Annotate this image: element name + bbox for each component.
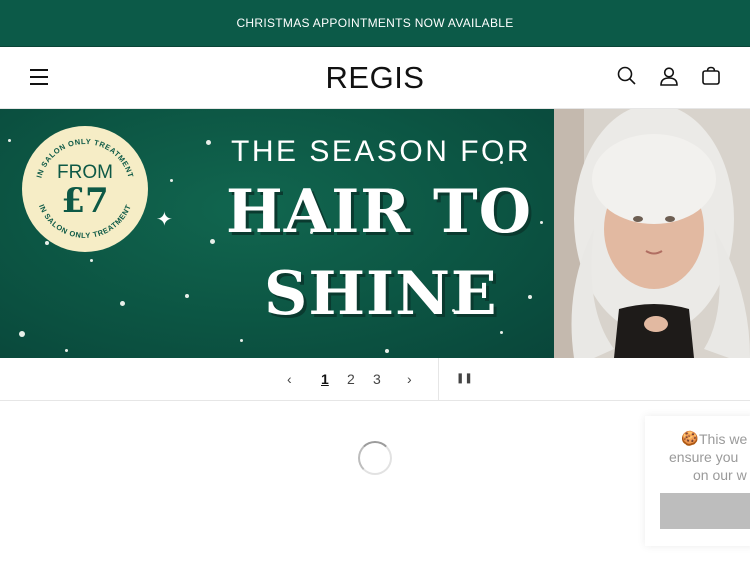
price-badge: IN SALON ONLY TREATMENT IN SALON ONLY TR…	[22, 126, 148, 252]
cookie-text-line2: ensure you	[669, 449, 739, 465]
cookie-text-line1: This we	[699, 431, 748, 447]
snow-dot	[210, 239, 215, 244]
hero-photo	[554, 109, 750, 358]
announcement-bar: CHRISTMAS APPOINTMENTS NOW AVAILABLE	[0, 0, 750, 47]
hero-headline-line2: SHINE	[264, 259, 498, 329]
hero-subheadline: THE SEASON FOR	[231, 135, 532, 168]
sparkle-icon: ✦	[156, 209, 173, 231]
cart-icon[interactable]	[700, 65, 722, 87]
slide-next-button[interactable]: ›	[407, 371, 412, 387]
loading-spinner-icon	[358, 441, 392, 475]
slide-page-3[interactable]: 3	[373, 371, 381, 387]
cookie-text-line3: on our w	[693, 467, 747, 483]
snow-dot	[385, 349, 389, 353]
cookie-banner: 🍪 This we ensure you on our w	[645, 416, 750, 546]
hero-headline-line1: HAIR TO	[226, 177, 532, 247]
header-icons	[616, 65, 722, 87]
svg-text:IN SALON ONLY TREATMENT: IN SALON ONLY TREATMENT	[34, 137, 135, 179]
cookie-accept-button[interactable]	[660, 493, 750, 529]
pause-icon[interactable]: ❚❚	[456, 373, 473, 384]
controls-divider	[438, 358, 439, 401]
slider-controls: ‹ 1 2 3 › ❚❚	[0, 358, 750, 401]
search-icon[interactable]	[616, 65, 638, 87]
snow-dot	[65, 349, 68, 352]
logo[interactable]: REGIS	[326, 60, 425, 96]
snow-dot	[500, 331, 503, 334]
announcement-text: CHRISTMAS APPOINTMENTS NOW AVAILABLE	[236, 16, 514, 30]
snow-dot	[8, 139, 11, 142]
site-header: REGIS	[0, 47, 750, 109]
badge-ring-text: IN SALON ONLY TREATMENT IN SALON ONLY TR…	[34, 137, 135, 240]
slide-prev-button[interactable]: ‹	[287, 371, 292, 387]
menu-icon[interactable]	[30, 69, 48, 85]
cookie-icon: 🍪	[681, 430, 699, 446]
snow-dot	[540, 221, 543, 224]
snow-dot	[19, 331, 25, 337]
snow-dot	[120, 301, 125, 306]
snow-dot	[528, 295, 532, 299]
snow-dot	[170, 179, 173, 182]
snow-dot	[206, 140, 211, 145]
hero-banner[interactable]: IN SALON ONLY TREATMENT IN SALON ONLY TR…	[0, 109, 750, 358]
account-icon[interactable]	[658, 65, 680, 87]
snow-dot	[90, 259, 93, 262]
svg-text:IN SALON ONLY TREATMENT: IN SALON ONLY TREATMENT	[37, 203, 133, 240]
slide-page-2[interactable]: 2	[347, 371, 355, 387]
snow-dot	[240, 339, 243, 342]
slide-page-1[interactable]: 1	[321, 371, 329, 387]
snow-dot	[185, 294, 189, 298]
